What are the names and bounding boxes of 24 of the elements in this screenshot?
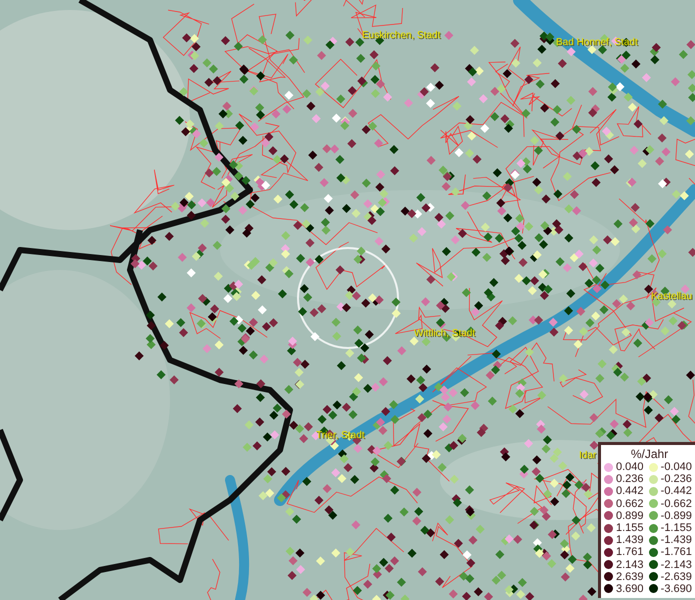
- legend-label: 2.143: [616, 558, 644, 571]
- legend-label: -3.690: [660, 582, 692, 595]
- legend-label: -0.236: [660, 473, 692, 486]
- legend-label: 0.899: [616, 510, 644, 522]
- legend-label: -2.639: [660, 570, 692, 583]
- legend-label: -1.439: [660, 534, 692, 546]
- legend-label: -0.040: [660, 461, 692, 474]
- legend-label: 0.236: [616, 473, 644, 486]
- legend-title: %/Jahr: [630, 447, 670, 461]
- legend-label: 1.155: [616, 522, 644, 534]
- legend-label: 0.662: [616, 498, 644, 510]
- legend-label: 2.639: [616, 570, 644, 583]
- legend-label: 1.439: [616, 534, 644, 546]
- legend-label: -1.155: [660, 522, 692, 534]
- legend-label: -2.143: [660, 558, 692, 571]
- legend-label: 0.442: [616, 485, 644, 498]
- legend-label: 1.761: [616, 546, 644, 558]
- legend-label: -0.442: [660, 485, 692, 498]
- legend-label: -0.899: [660, 510, 692, 522]
- legend-label: -0.662: [660, 498, 692, 510]
- legend-label: 0.040: [616, 461, 644, 474]
- legend-label: 3.690: [616, 582, 644, 595]
- legend-label: -1.761: [660, 546, 692, 558]
- place-label: Idar: [579, 450, 596, 462]
